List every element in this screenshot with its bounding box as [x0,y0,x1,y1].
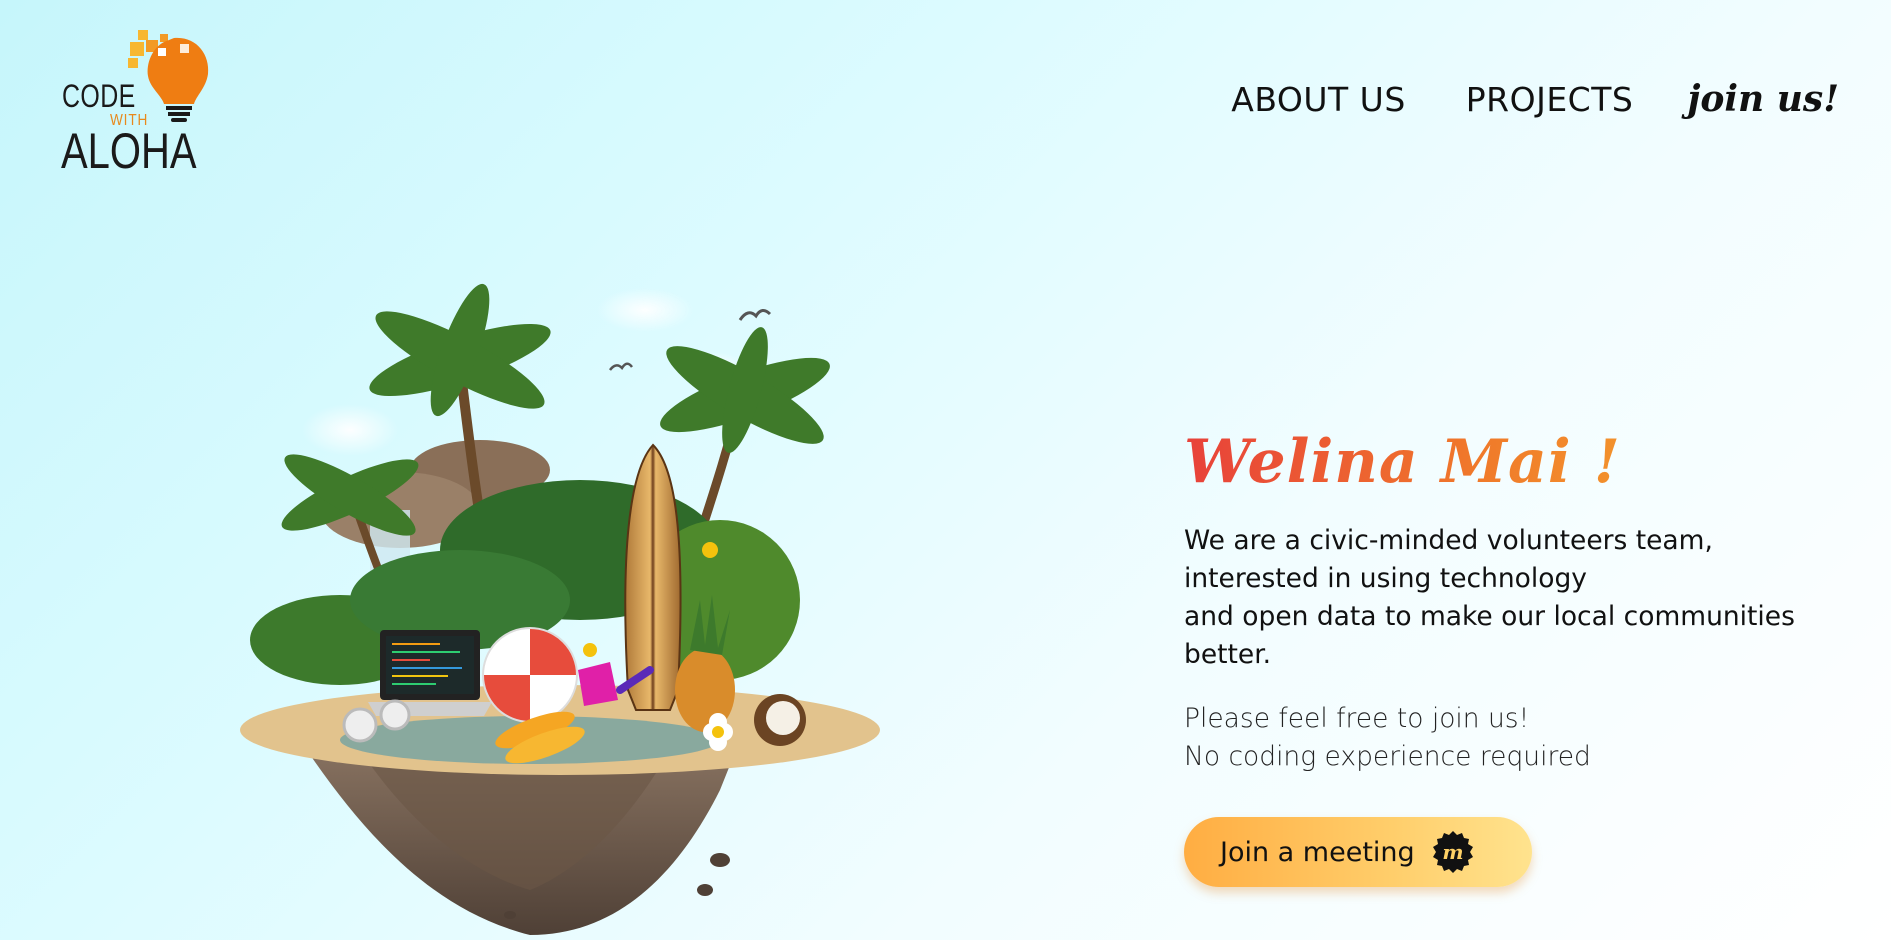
invite-line: Please feel free to join us! [1184,703,1530,734]
logo-text-code: CODE [62,78,136,114]
join-meeting-label: Join a meeting [1220,836,1415,868]
floating-island-illustration [240,283,880,935]
main-nav: ABOUT US PROJECTS join us! [1231,78,1839,120]
svg-text:m: m [1442,840,1463,864]
nav-projects[interactable]: PROJECTS [1466,80,1634,119]
code-with-aloha-logo[interactable]: CODE WITH ALOHA [60,26,210,179]
join-meeting-button[interactable]: Join a meeting m [1184,817,1532,887]
meetup-icon: m [1432,831,1473,873]
welcome-headline: Welina Mai ! [1184,420,1844,504]
intro-line: better. [1184,639,1272,670]
intro-paragraph: We are a civic-minded volunteers team, i… [1184,522,1844,674]
logo-text-aloha: ALOHA [61,123,197,179]
invite-line: No coding experience required [1184,741,1591,772]
intro-line: We are a civic-minded volunteers team, [1184,525,1713,556]
nav-join-us[interactable]: join us! [1687,78,1839,120]
hero-text: Welina Mai ! We are a civic-minded volun… [1184,420,1844,776]
intro-line: and open data to make our local communit… [1184,601,1795,632]
intro-line: interested in using technology [1184,563,1587,594]
landing-page: CODE WITH ALOHA ABOUT US PROJECTS join u… [0,0,1891,940]
nav-about-us[interactable]: ABOUT US [1231,80,1406,119]
invite-paragraph: Please feel free to join us! No coding e… [1184,700,1844,776]
